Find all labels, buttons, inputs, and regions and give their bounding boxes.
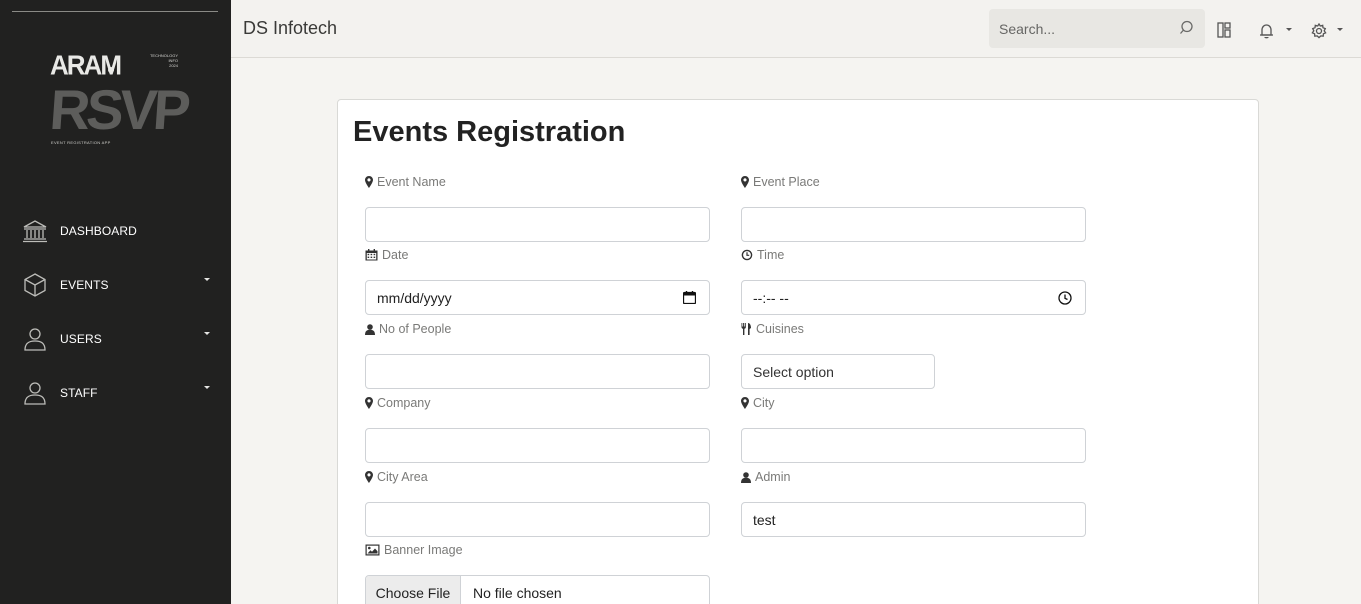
city-field: City <box>741 395 1086 463</box>
event-place-input-box[interactable] <box>741 207 1086 242</box>
banner-file-input[interactable]: Choose File No file chosen <box>365 575 710 604</box>
people-label: No of People <box>379 322 452 336</box>
sidebar: ARAM TECHNOLOGY INFO 2024 RSVP EVENT REG… <box>0 0 231 604</box>
app-logo[interactable]: ARAM TECHNOLOGY INFO 2024 RSVP EVENT REG… <box>48 49 189 150</box>
event-place-input[interactable] <box>742 208 1085 241</box>
calendar-icon[interactable] <box>682 291 697 309</box>
map-marker-icon <box>365 176 373 188</box>
cuisines-select[interactable]: Select option <box>741 354 935 389</box>
logo-dot <box>108 67 114 73</box>
sidebar-item-label: DASHBOARD <box>60 224 137 238</box>
cuisines-label: Cuisines <box>756 322 804 336</box>
time-label: Time <box>757 248 785 262</box>
registration-card: Events Registration Event Name Event Pla… <box>337 99 1259 604</box>
event-name-input-box[interactable] <box>365 207 710 242</box>
image-icon <box>365 544 380 556</box>
banner-image-field: Banner Image Choose File No file chosen <box>365 542 710 604</box>
event-place-label: Event Place <box>753 175 820 189</box>
admin-input-box[interactable] <box>741 502 1086 537</box>
sidebar-item-staff[interactable]: STAFF <box>0 366 231 420</box>
sidebar-item-label: EVENTS <box>60 278 109 292</box>
sidebar-item-label: USERS <box>60 332 102 346</box>
logo-rsvp-text: RSVP <box>47 78 189 141</box>
logo-subtitle: EVENT REGISTRATION APP <box>51 140 111 145</box>
city-area-input-box[interactable] <box>365 502 710 537</box>
calendar-icon <box>365 249 378 261</box>
user-icon <box>365 323 375 335</box>
user-icon <box>22 380 48 406</box>
file-status: No file chosen <box>473 585 562 601</box>
bell-icon[interactable] <box>1259 23 1274 44</box>
city-area-input[interactable] <box>366 503 709 536</box>
time-input[interactable]: --:-- -- <box>741 280 1086 315</box>
logo-aram-text: ARAM <box>50 49 122 81</box>
map-marker-icon <box>365 471 373 483</box>
sidebar-item-events[interactable]: EVENTS <box>0 258 231 312</box>
admin-input[interactable] <box>742 503 1085 536</box>
city-input-box[interactable] <box>741 428 1086 463</box>
cuisines-field: Cuisines Select option <box>741 321 1086 389</box>
map-marker-icon <box>741 397 749 409</box>
cuisines-selected-value: Select option <box>753 364 834 380</box>
people-input[interactable] <box>366 355 709 388</box>
map-marker-icon <box>741 176 749 188</box>
search-box[interactable] <box>989 9 1205 48</box>
city-area-label: City Area <box>377 470 428 484</box>
clock-icon <box>741 249 753 261</box>
company-input-box[interactable] <box>365 428 710 463</box>
clock-icon[interactable] <box>1058 291 1072 310</box>
sidebar-divider <box>12 11 218 12</box>
gear-icon[interactable] <box>1311 22 1327 44</box>
chevron-down-icon <box>204 278 210 281</box>
event-name-label: Event Name <box>377 175 446 189</box>
search-icon[interactable] <box>1179 20 1194 40</box>
sidebar-item-dashboard[interactable]: DASHBOARD <box>0 204 231 258</box>
company-input[interactable] <box>366 429 709 462</box>
map-marker-icon <box>365 397 373 409</box>
sidebar-nav: DASHBOARD EVENTS USERS STAFF <box>0 204 231 420</box>
sidebar-item-users[interactable]: USERS <box>0 312 231 366</box>
user-icon <box>22 326 48 352</box>
time-field: Time --:-- -- <box>741 247 1086 315</box>
date-field: Date mm/dd/yyyy <box>365 247 710 315</box>
city-input[interactable] <box>742 429 1085 462</box>
event-name-input[interactable] <box>366 208 709 241</box>
page-title: Events Registration <box>353 116 626 148</box>
cutlery-icon <box>741 323 752 335</box>
admin-field: Admin <box>741 469 1086 537</box>
brand-title: DS Infotech <box>243 18 338 38</box>
bank-icon <box>22 218 48 244</box>
chevron-down-icon[interactable] <box>1286 28 1292 31</box>
admin-label: Admin <box>755 470 791 484</box>
date-input[interactable]: mm/dd/yyyy <box>365 280 710 315</box>
search-input[interactable] <box>989 9 1169 48</box>
people-input-box[interactable] <box>365 354 710 389</box>
company-label: Company <box>377 396 431 410</box>
company-field: Company <box>365 395 710 463</box>
event-name-field: Event Name <box>365 174 710 242</box>
date-label: Date <box>382 248 409 262</box>
date-placeholder: mm/dd/yyyy <box>377 290 452 306</box>
people-field: No of People <box>365 321 710 389</box>
user-icon <box>741 471 751 483</box>
chevron-down-icon[interactable] <box>1337 28 1343 31</box>
sidebar-item-label: STAFF <box>60 386 98 400</box>
cube-icon <box>22 272 48 298</box>
banner-image-label: Banner Image <box>384 543 463 557</box>
logo-tagline: TECHNOLOGY INFO 2024 <box>149 53 178 68</box>
choose-file-button[interactable]: Choose File <box>366 576 461 604</box>
city-label: City <box>753 396 775 410</box>
layout-icon[interactable] <box>1217 22 1231 43</box>
time-placeholder: --:-- -- <box>753 290 789 306</box>
chevron-down-icon <box>204 332 210 335</box>
top-bar: DS Infotech <box>231 0 1361 58</box>
event-place-field: Event Place <box>741 174 1086 242</box>
city-area-field: City Area <box>365 469 710 537</box>
chevron-down-icon <box>204 386 210 389</box>
